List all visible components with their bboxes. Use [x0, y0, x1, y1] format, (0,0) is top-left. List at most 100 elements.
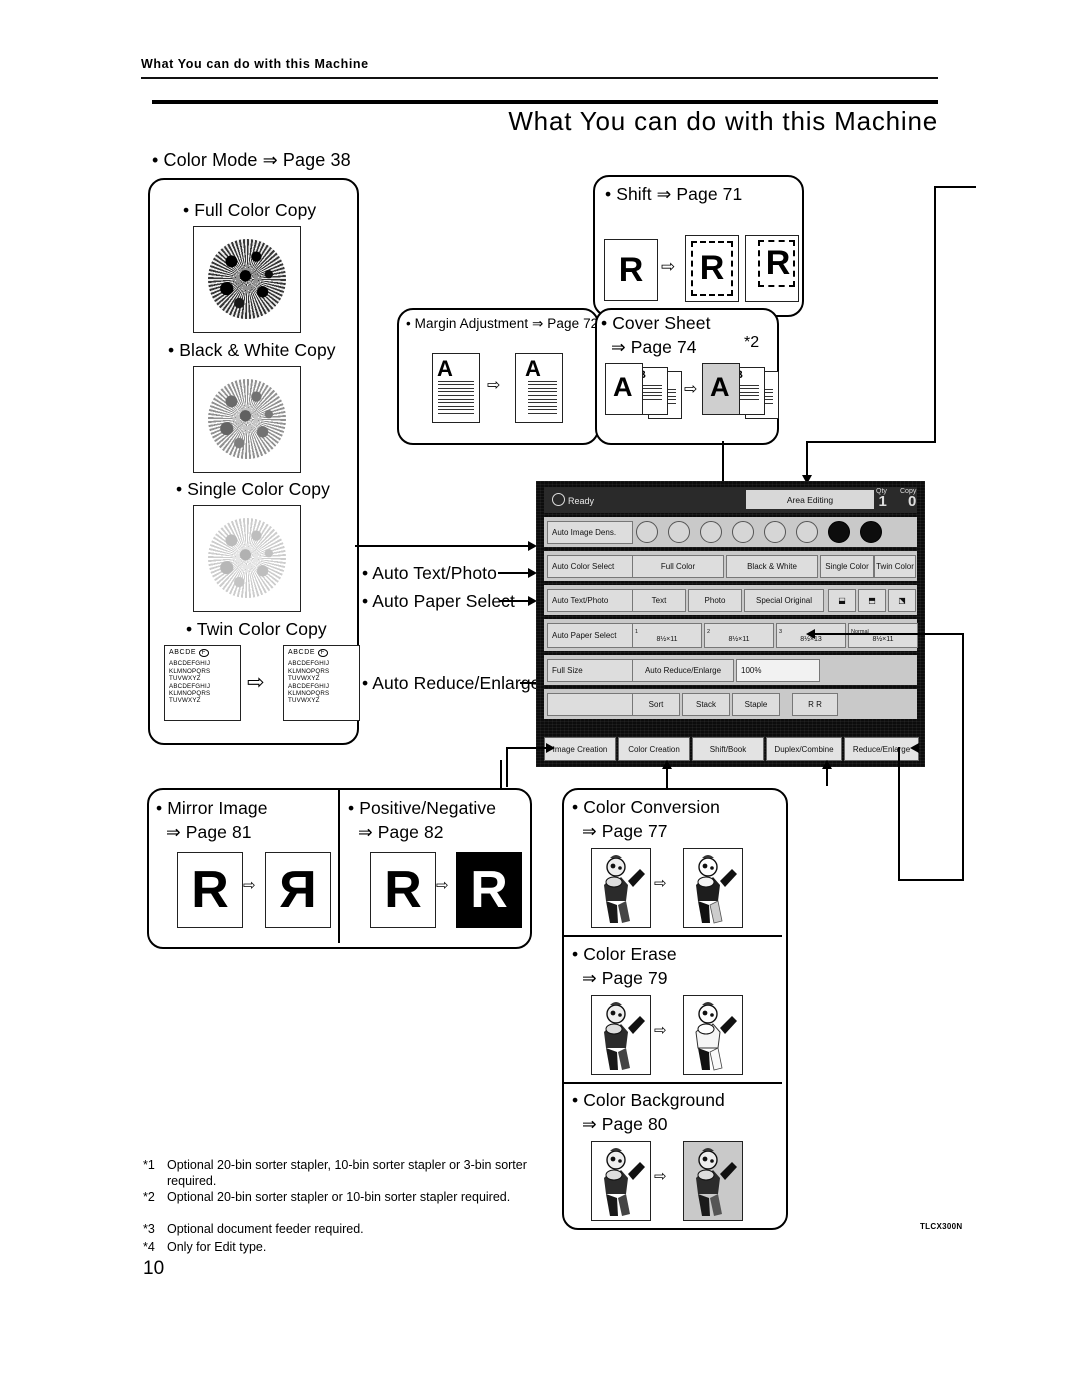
- orientation-icon-button-2[interactable]: ⬒: [858, 589, 886, 612]
- single-color-button[interactable]: Single Color: [820, 555, 874, 578]
- stack-button[interactable]: Stack: [682, 693, 730, 716]
- connector-tab-image-h: [506, 747, 550, 749]
- density-dot[interactable]: [668, 521, 690, 543]
- counter-qty: Qty1: [876, 488, 887, 511]
- full-color-button[interactable]: Full Color: [632, 555, 724, 578]
- callout-auto-reduce-enlarge: • Auto Reduce/Enlarge: [362, 673, 540, 694]
- arrow-right-icon: ⇨: [654, 1169, 667, 1184]
- auto-text-photo-button[interactable]: Auto Text/Photo: [547, 589, 633, 612]
- cover-letter-a: A: [613, 372, 633, 403]
- footnote-mark: *1: [143, 1157, 155, 1173]
- margin-adjustment-label: • Margin Adjustment ⇒ Page 72: [406, 316, 598, 332]
- page-number: 10: [143, 1258, 164, 1280]
- twin-line: ABCDEFGHIJ: [288, 660, 355, 667]
- connector-right-mid: [962, 633, 964, 881]
- full-color-copy-label: • Full Color Copy: [183, 200, 316, 221]
- mirror-letter: R: [191, 860, 229, 920]
- density-dot[interactable]: [700, 521, 722, 543]
- connector-posneg-top: [500, 760, 502, 788]
- tab-color-creation[interactable]: Color Creation: [618, 737, 690, 761]
- color-background-label-2: ⇒ Page 80: [582, 1114, 668, 1135]
- twin-color-copy-label: • Twin Color Copy: [186, 619, 327, 640]
- margin-sample-original: A: [432, 353, 480, 423]
- tab-reduce-enlarge[interactable]: Reduce/Enlarge: [844, 737, 919, 761]
- density-dot[interactable]: [636, 521, 658, 543]
- twin-color-output-sample: ABCDE F ABCDEFGHIJ KLMNOPQRS TUVWXYZ ABC…: [283, 645, 360, 721]
- orientation-icon-button-1[interactable]: ⬓: [828, 589, 856, 612]
- auto-paper-select-button[interactable]: Auto Paper Select: [547, 623, 633, 648]
- paper-tray-2[interactable]: 2 8½×11: [704, 623, 774, 648]
- mirror-letter: R: [279, 860, 317, 920]
- panel-row-paper-select: Auto Paper Select 1 8½×11 2 8½×11 3 8½×1…: [544, 619, 917, 651]
- tray-number: 3: [777, 628, 782, 636]
- cover-out-a: A: [702, 363, 740, 415]
- connector-right-edge: [934, 186, 936, 443]
- auto-color-select-button[interactable]: Auto Color Select: [547, 555, 633, 578]
- twin-head-text: ABCDE: [288, 649, 315, 656]
- photo-button[interactable]: Photo: [688, 589, 742, 612]
- twin-color-button[interactable]: Twin Color: [874, 555, 916, 578]
- special-original-button[interactable]: Special Original: [744, 589, 824, 612]
- zoom-value-field[interactable]: 100%: [736, 659, 820, 682]
- density-dot[interactable]: [796, 521, 818, 543]
- posneg-letter: R: [470, 860, 508, 920]
- connector-right-top: [934, 186, 976, 188]
- header-rule: [141, 77, 938, 79]
- footnote-mark: *4: [143, 1239, 155, 1255]
- density-dot-active[interactable]: [828, 521, 850, 543]
- arrow-right-icon: ⇨: [247, 672, 265, 693]
- orientation-toggle[interactable]: R R: [792, 693, 838, 716]
- twin-line: TUVWXYZ: [169, 675, 236, 682]
- tab-duplex-combine[interactable]: Duplex/Combine: [766, 737, 842, 761]
- text-button[interactable]: Text: [632, 589, 686, 612]
- arrow-right-icon: ⇨: [684, 382, 697, 398]
- mirror-image-label-2: ⇒ Page 81: [166, 822, 252, 843]
- tab-shift-book[interactable]: Shift/Book: [692, 737, 764, 761]
- orientation-icon-button-3[interactable]: ⬔: [888, 589, 916, 612]
- twin-line: KLMNOPQRS: [288, 690, 355, 697]
- posneg-label-2: ⇒ Page 82: [358, 822, 444, 843]
- sort-button[interactable]: Sort: [632, 693, 680, 716]
- arrow-right-icon: ⇨: [243, 878, 256, 893]
- density-dot-active[interactable]: [860, 521, 882, 543]
- header-rule-thick: [152, 100, 938, 104]
- paper-tray-bypass[interactable]: Normal 8½×11: [848, 623, 918, 648]
- density-dot[interactable]: [764, 521, 786, 543]
- tray-size: 8½×11: [728, 636, 749, 644]
- twin-color-input-sample: ABCDE F ABCDEFGHIJ KLMNOPQRS TUVWXYZ ABC…: [164, 645, 241, 721]
- clown-figure-icon: [592, 849, 650, 927]
- single-color-sample: [193, 505, 301, 612]
- auto-reduce-enlarge-button[interactable]: Auto Reduce/Enlarge: [632, 659, 734, 682]
- black-white-button[interactable]: Black & White: [726, 555, 818, 578]
- color-conversion-sample-in: [591, 848, 651, 928]
- black-white-copy-label: • Black & White Copy: [168, 340, 336, 361]
- twin-line: TUVWXYZ: [169, 697, 236, 704]
- colorfx-divider-1: [564, 935, 782, 937]
- twin-line: KLMNOPQRS: [169, 668, 236, 675]
- cover-letter-a: A: [710, 372, 730, 403]
- callout-auto-text-photo: • Auto Text/Photo: [362, 563, 497, 584]
- staple-button[interactable]: Staple: [732, 693, 780, 716]
- status-ready: Ready: [552, 493, 594, 506]
- density-dot[interactable]: [732, 521, 754, 543]
- area-editing-button[interactable]: Area Editing: [746, 490, 874, 509]
- black-white-sample: [193, 366, 301, 473]
- operation-panel[interactable]: Ready Area Editing Qty1 Copy0 Auto Image…: [536, 481, 925, 767]
- connector-tab-colorfx-v: [666, 768, 668, 788]
- cover-sheet-label-2: ⇒ Page 74: [611, 337, 697, 358]
- connector-tab-reduce: [898, 747, 900, 881]
- footnote-text: Optional 20-bin sorter stapler or 10-bin…: [167, 1189, 543, 1205]
- shift-sample-center: R: [685, 235, 739, 302]
- color-mode-heading: • Color Mode ⇒ Page 38: [152, 150, 351, 171]
- full-size-button[interactable]: Full Size: [547, 659, 633, 682]
- auto-image-density-button[interactable]: Auto Image Dens.: [547, 521, 633, 544]
- cover-sheet-label-1: • Cover Sheet: [601, 313, 711, 334]
- footnote-4: *4 Only for Edit type.: [143, 1239, 543, 1255]
- full-color-sample: [193, 226, 301, 333]
- paper-tray-1[interactable]: 1 8½×11: [632, 623, 702, 648]
- posneg-label-1: • Positive/Negative: [348, 798, 496, 819]
- connector-auto-paper-select: [500, 600, 531, 602]
- twin-line: ABCDEFGHIJ: [169, 683, 236, 690]
- shift-letter: R: [766, 244, 791, 283]
- footnote-text: Optional document feeder required.: [167, 1221, 543, 1237]
